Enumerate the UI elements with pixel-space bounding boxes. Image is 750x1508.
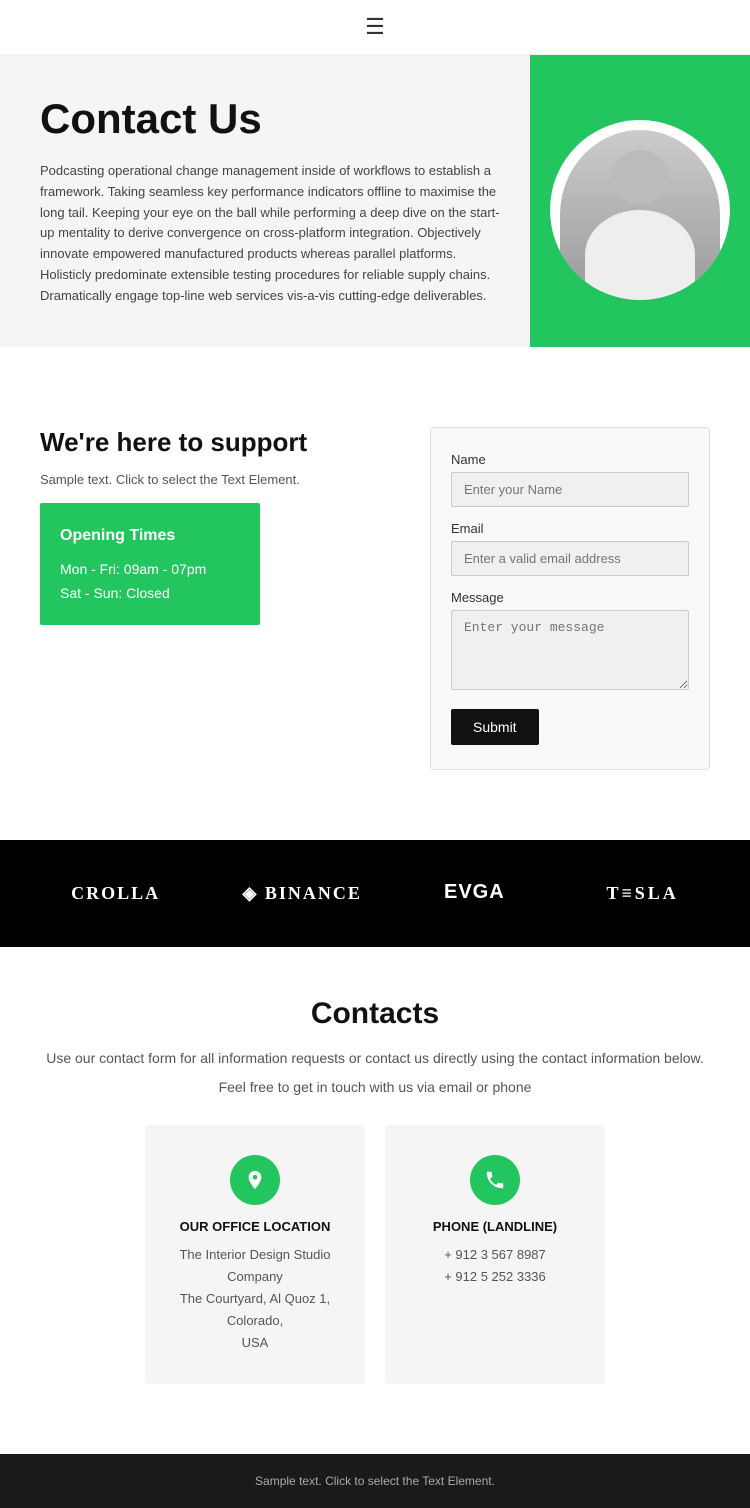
name-label: Name bbox=[451, 452, 689, 467]
phone-icon bbox=[470, 1155, 520, 1205]
opening-title: Opening Times bbox=[60, 527, 240, 545]
footer-text: Sample text. Click to select the Text El… bbox=[20, 1474, 730, 1488]
phone-card-text: + 912 3 567 8987 + 912 5 252 3336 bbox=[405, 1244, 585, 1288]
brands-section: CROLLA ◈ BINANCE EVGA T≡SLA bbox=[0, 840, 750, 947]
opening-weekdays: Mon - Fri: 09am - 07pm bbox=[60, 561, 240, 577]
hero-image bbox=[530, 55, 750, 347]
brand-evga: EVGA bbox=[444, 880, 524, 907]
email-label: Email bbox=[451, 521, 689, 536]
hero-text: Contact Us Podcasting operational change… bbox=[0, 55, 530, 347]
opening-box: Opening Times Mon - Fri: 09am - 07pm Sat… bbox=[40, 503, 260, 625]
contacts-section: Contacts Use our contact form for all in… bbox=[0, 947, 750, 1415]
message-textarea[interactable] bbox=[451, 610, 689, 690]
contacts-sub: Feel free to get in touch with us via em… bbox=[40, 1079, 710, 1095]
contact-form: Name Email Message Submit bbox=[430, 427, 710, 770]
hero-person bbox=[560, 130, 720, 300]
map-pin-icon bbox=[244, 1169, 266, 1191]
brand-tesla: T≡SLA bbox=[607, 883, 679, 904]
support-section: We're here to support Sample text. Click… bbox=[0, 397, 750, 800]
support-left: We're here to support Sample text. Click… bbox=[40, 427, 400, 625]
support-sample-text: Sample text. Click to select the Text El… bbox=[40, 472, 400, 487]
phone-svg-icon bbox=[484, 1169, 506, 1191]
message-label: Message bbox=[451, 590, 689, 605]
hero-title: Contact Us bbox=[40, 95, 500, 143]
svg-text:EVGA: EVGA bbox=[444, 881, 505, 902]
footer: Sample text. Click to select the Text El… bbox=[0, 1454, 750, 1508]
hero-section: Contact Us Podcasting operational change… bbox=[0, 55, 750, 347]
contacts-description: Use our contact form for all information… bbox=[40, 1047, 710, 1069]
support-title: We're here to support bbox=[40, 427, 400, 458]
brand-binance: ◈ BINANCE bbox=[243, 883, 362, 904]
menu-icon[interactable]: ☰ bbox=[365, 14, 385, 40]
name-input[interactable] bbox=[451, 472, 689, 507]
phone-card-title: PHONE (LANDLINE) bbox=[405, 1219, 585, 1234]
header: ☰ bbox=[0, 0, 750, 55]
evga-logo-svg: EVGA bbox=[444, 880, 524, 902]
submit-button[interactable]: Submit bbox=[451, 709, 539, 745]
phone-card: PHONE (LANDLINE) + 912 3 567 8987 + 912 … bbox=[385, 1125, 605, 1384]
opening-weekend: Sat - Sun: Closed bbox=[60, 585, 240, 601]
hero-description: Podcasting operational change management… bbox=[40, 161, 500, 307]
location-card-text: The Interior Design Studio Company The C… bbox=[165, 1244, 345, 1354]
hero-portrait-circle bbox=[550, 120, 730, 300]
location-icon bbox=[230, 1155, 280, 1205]
contact-cards: OUR OFFICE LOCATION The Interior Design … bbox=[40, 1125, 710, 1384]
location-card-title: OUR OFFICE LOCATION bbox=[165, 1219, 345, 1234]
brand-crolla: CROLLA bbox=[71, 883, 160, 904]
email-input[interactable] bbox=[451, 541, 689, 576]
contacts-title: Contacts bbox=[40, 997, 710, 1031]
location-card: OUR OFFICE LOCATION The Interior Design … bbox=[145, 1125, 365, 1384]
